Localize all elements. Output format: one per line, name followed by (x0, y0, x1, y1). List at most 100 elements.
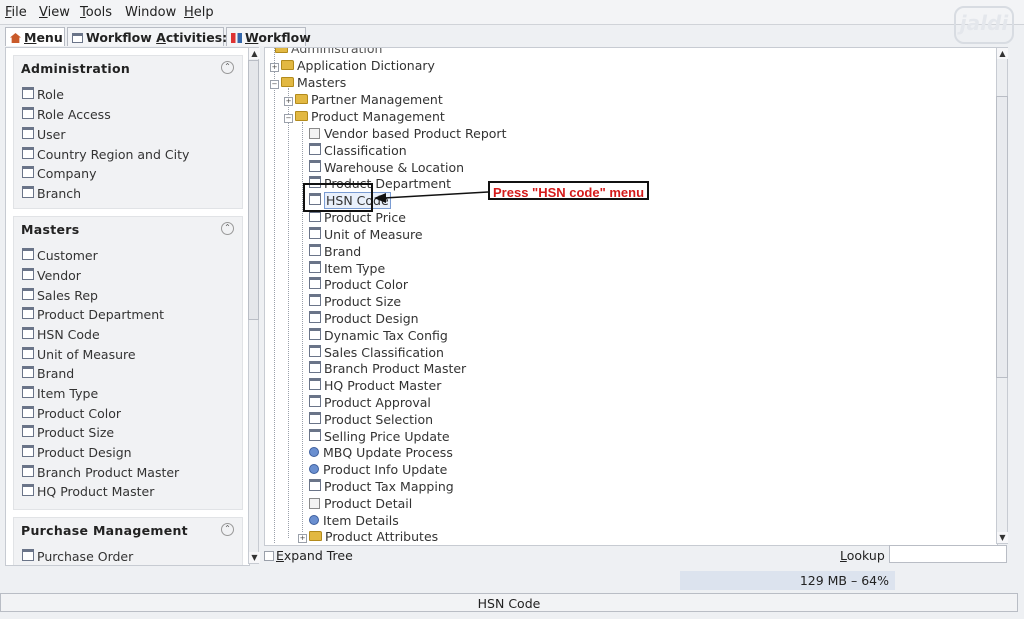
window-icon (309, 227, 321, 239)
tree-item-sales-classification[interactable]: Sales Classification (309, 345, 444, 360)
expand-icon[interactable]: + (284, 97, 293, 106)
section-title: Purchase Management (21, 523, 188, 538)
tree-item-product-info-update[interactable]: Product Info Update (309, 462, 447, 477)
sidebar-scroll-thumb[interactable] (248, 60, 259, 320)
sidebar-item-role-access[interactable]: Role Access (22, 107, 111, 122)
sidebar-item-hsn-code[interactable]: HSN Code (22, 327, 100, 342)
expand-tree-label[interactable]: Expand Tree (276, 548, 353, 563)
lookup-label: Lookup (840, 548, 885, 563)
sidebar-item-country-region-city[interactable]: Country Region and City (22, 147, 189, 162)
tree-node-application-dictionary[interactable]: + Application Dictionary (270, 58, 435, 73)
status-bar: HSN Code (0, 593, 1018, 612)
tree-item-vendor-based-product-report[interactable]: Vendor based Product Report (309, 126, 506, 141)
section-administration: Administration ⌃ Role Role Access User C… (13, 55, 243, 209)
annotation-label: Press "HSN code" menu (488, 181, 650, 200)
expand-icon[interactable]: + (298, 534, 307, 543)
window-icon (22, 386, 34, 398)
sidebar-item-company[interactable]: Company (22, 166, 96, 181)
tab-workflow[interactable]: Workflow (226, 27, 311, 46)
collapse-icon[interactable]: − (270, 80, 279, 89)
tree-node-product-management[interactable]: − Product Management (284, 109, 445, 124)
sidebar-item-product-design[interactable]: Product Design (22, 445, 132, 460)
scroll-down-icon[interactable]: ▼ (997, 532, 1008, 543)
tree-node-masters[interactable]: − Masters (270, 75, 346, 90)
scroll-up-icon[interactable]: ▲ (997, 48, 1008, 59)
window-icon (22, 268, 34, 280)
expand-icon[interactable]: + (270, 63, 279, 72)
sidebar-item-product-size[interactable]: Product Size (22, 425, 114, 440)
tree-item-product-price[interactable]: Product Price (309, 210, 406, 225)
memory-indicator[interactable]: 129 MB – 64% (680, 571, 895, 590)
sidebar-item-role[interactable]: Role (22, 87, 64, 102)
tree-node-product-attributes[interactable]: + Product Attributes (298, 529, 438, 544)
collapse-icon[interactable]: ⌃ (221, 222, 234, 235)
section-masters: Masters ⌃ Customer Vendor Sales Rep Prod… (13, 216, 243, 510)
sidebar-item-sales-rep[interactable]: Sales Rep (22, 288, 98, 303)
tree-item-product-color[interactable]: Product Color (309, 277, 408, 292)
window-icon (22, 425, 34, 437)
tree-item-item-type[interactable]: Item Type (309, 261, 385, 276)
tree-item-classification[interactable]: Classification (309, 143, 407, 158)
tree-item-dynamic-tax-config[interactable]: Dynamic Tax Config (309, 328, 448, 343)
tree-connector (288, 88, 289, 538)
tree-item-product-selection[interactable]: Product Selection (309, 412, 433, 427)
sidebar-item-item-type[interactable]: Item Type (22, 386, 98, 401)
tree-item-brand[interactable]: Brand (309, 244, 361, 259)
sidebar-item-product-color[interactable]: Product Color (22, 406, 121, 421)
window-icon (22, 186, 34, 198)
menu-file[interactable]: File (5, 5, 27, 20)
tree-item-selling-price-update[interactable]: Selling Price Update (309, 429, 450, 444)
tab-menu[interactable]: Menu (5, 27, 65, 46)
tree-item-branch-product-master[interactable]: Branch Product Master (309, 361, 466, 376)
expand-tree-checkbox[interactable] (264, 551, 274, 561)
window-icon (22, 465, 34, 477)
tab-workflow-activities[interactable]: Workflow Activities: 0 (67, 27, 240, 46)
lookup-input[interactable] (889, 545, 1007, 563)
menu-view[interactable]: View (39, 5, 70, 20)
tree-item-mbq-update-process[interactable]: MBQ Update Process (309, 445, 453, 460)
sidebar-item-brand[interactable]: Brand (22, 366, 74, 381)
window-icon (309, 328, 321, 340)
sidebar-item-user[interactable]: User (22, 127, 66, 142)
folder-open-icon (281, 77, 294, 87)
window-icon (309, 429, 321, 441)
tree-item-unit-of-measure[interactable]: Unit of Measure (309, 227, 423, 242)
menu-help[interactable]: Help (184, 5, 214, 20)
window-icon (309, 361, 321, 373)
window-icon (309, 261, 321, 273)
tree-item-product-size[interactable]: Product Size (309, 294, 401, 309)
window-icon (22, 484, 34, 496)
scroll-down-icon[interactable]: ▼ (249, 552, 260, 563)
tree-item-hq-product-master[interactable]: HQ Product Master (309, 378, 441, 393)
section-purchase-management: Purchase Management ⌃ Purchase Order (13, 517, 243, 565)
tree-node-administration[interactable]: Administration (275, 48, 382, 56)
sidebar-item-customer[interactable]: Customer (22, 248, 98, 263)
sidebar-item-hq-product-master[interactable]: HQ Product Master (22, 484, 154, 499)
sidebar-item-branch-product-master[interactable]: Branch Product Master (22, 465, 179, 480)
tree-item-product-detail[interactable]: Product Detail (309, 496, 412, 511)
sidebar-item-purchase-order[interactable]: Purchase Order (22, 549, 133, 564)
sidebar-item-branch[interactable]: Branch (22, 186, 81, 201)
tree-item-product-approval[interactable]: Product Approval (309, 395, 431, 410)
sidebar-item-unit-of-measure[interactable]: Unit of Measure (22, 347, 136, 362)
window-icon (22, 307, 34, 319)
tree-item-warehouse-location[interactable]: Warehouse & Location (309, 160, 464, 175)
menu-window[interactable]: Window (125, 5, 176, 20)
collapse-icon[interactable]: ⌃ (221, 61, 234, 74)
window-icon (22, 366, 34, 378)
tree-item-product-design[interactable]: Product Design (309, 311, 419, 326)
collapse-icon[interactable]: − (284, 114, 293, 123)
window-icon (22, 549, 34, 561)
window-icon (22, 347, 34, 359)
collapse-icon[interactable]: ⌃ (221, 523, 234, 536)
tree-item-item-details[interactable]: Item Details (309, 513, 399, 528)
menu-tools[interactable]: Tools (80, 5, 112, 20)
sidebar-item-product-department[interactable]: Product Department (22, 307, 164, 322)
process-icon (309, 515, 319, 525)
tree-item-product-tax-mapping[interactable]: Product Tax Mapping (309, 479, 454, 494)
sidebar-item-vendor[interactable]: Vendor (22, 268, 81, 283)
scroll-up-icon[interactable]: ▲ (249, 48, 260, 59)
tree-scroll-thumb[interactable] (996, 96, 1008, 378)
tree-node-partner-management[interactable]: + Partner Management (284, 92, 443, 107)
sidebar-panel: Administration ⌃ Role Role Access User C… (5, 47, 250, 566)
